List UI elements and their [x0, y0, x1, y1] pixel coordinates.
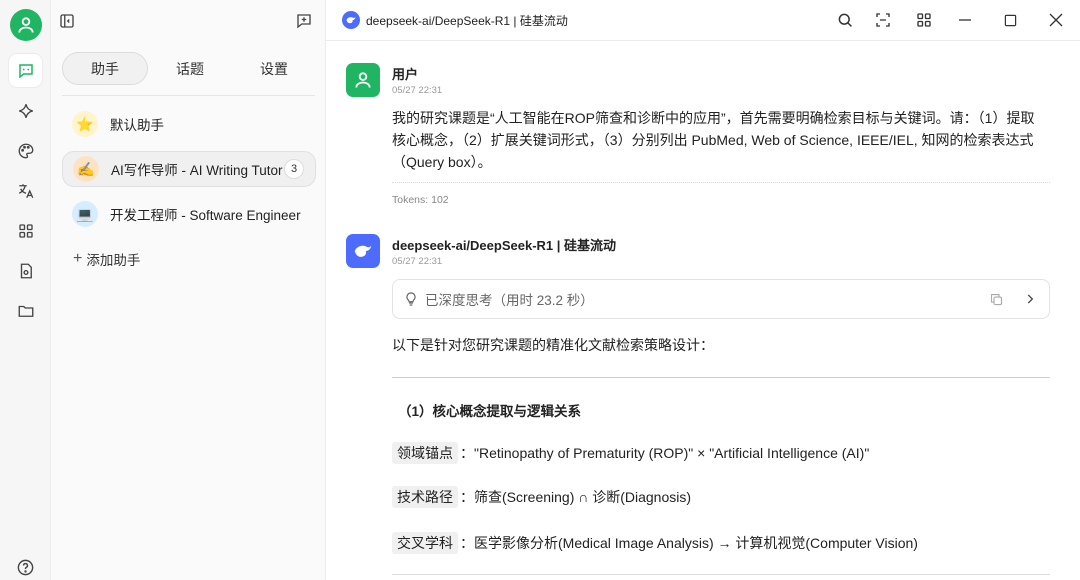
writing-hand-icon: ✍️ [73, 156, 99, 182]
minimize-icon [959, 19, 971, 21]
user-message-line: 我的研究课题是“人工智能在ROP筛查和诊断中的应用”，首先需要明确检索目标与关键… [392, 110, 1035, 126]
concept-key: 领域锚点 [392, 442, 458, 464]
tab-assistants[interactable]: 助手 [62, 52, 148, 85]
assistant-item-writing-tutor[interactable]: ✍️ AI写作导师 - AI Writing Tutor 3 [62, 151, 316, 187]
chat-header: deepseek-ai/DeepSeek-R1 | 硅基流动 [326, 0, 1080, 41]
assistant-item-default[interactable]: ⭐ 默认助手 [62, 106, 316, 142]
chat-icon [18, 63, 33, 79]
concept-value: 医学影像分析(Medical Image Analysis) → 计算机视觉(C… [474, 535, 918, 551]
user-message-body[interactable]: 我的研究课题是“人工智能在ROP筛查和诊断中的应用”，首先需要明确检索目标与关键… [392, 107, 1052, 173]
plus-icon: + [73, 250, 83, 267]
concept-key: 交叉学科 [392, 532, 458, 554]
model-title[interactable]: deepseek-ai/DeepSeek-R1 | 硅基流动 [366, 12, 568, 29]
sidebar-collapse-icon [60, 14, 74, 28]
file-icon [20, 263, 32, 278]
message-separator [392, 182, 1050, 183]
user-message-line: （Query box）。 [392, 154, 492, 170]
user-name: 用户 [392, 67, 419, 82]
user-icon [355, 72, 371, 88]
concept-row: 技术路径 ： 筛查(Screening) ∩ 诊断(Diagnosis) [392, 486, 691, 508]
user-message-line: 核心概念，（2）扩展关键词形式，（3）分别列出 PubMed, Web of S… [392, 132, 1034, 148]
concept-separator: ： [460, 489, 474, 505]
chat-area: 用户 05/27 22:31 我的研究课题是“人工智能在ROP筛查和诊断中的应用… [326, 41, 1080, 580]
topic-count-badge: 3 [284, 159, 304, 179]
deep-thinking-panel[interactable]: 已深度思考（用时 23.2 秒） [392, 279, 1050, 319]
concept-value: 筛查(Screening) ∩ 诊断(Diagnosis) [474, 489, 692, 505]
tab-settings[interactable]: 设置 [232, 52, 316, 85]
close-button[interactable] [1045, 9, 1067, 31]
panel-tabs: 助手 话题 设置 [62, 52, 316, 85]
palette-icon [18, 143, 33, 158]
panel-divider [62, 95, 315, 96]
rail-folder-button[interactable] [9, 294, 42, 327]
thinking-status: 已深度思考（用时 23.2 秒） [425, 293, 594, 308]
sparkle-icon [18, 103, 33, 118]
assistant-name: deepseek-ai/DeepSeek-R1 | 硅基流动 [392, 238, 617, 253]
concept-key: 技术路径 [392, 486, 458, 508]
tab-topics[interactable]: 话题 [148, 52, 232, 85]
horizontal-rule [392, 574, 1050, 575]
add-assistant-button[interactable]: + 添加助手 [73, 249, 140, 269]
fullscreen-button[interactable] [872, 9, 894, 31]
laptop-icon: 💻 [72, 201, 98, 227]
icon-rail [0, 0, 51, 580]
assistant-message-time: 05/27 22:31 [392, 256, 443, 267]
lightbulb-icon [406, 292, 416, 306]
user-message-time: 05/27 22:31 [392, 85, 443, 96]
concept-separator: ： [460, 535, 474, 551]
assistant-name: AI写作导师 - AI Writing Tutor [111, 163, 283, 178]
grid-icon [917, 13, 931, 27]
new-chat-icon [297, 14, 311, 29]
assistant-intro: 以下是针对您研究课题的精准化文献检索策略设计： [392, 337, 714, 353]
copy-icon[interactable] [989, 292, 1004, 307]
minimize-button[interactable] [954, 9, 976, 31]
apps-button[interactable] [913, 9, 935, 31]
rail-apps-button[interactable] [9, 214, 42, 247]
concept-value: "Retinopathy of Prematurity (ROP)" × "Ar… [474, 445, 870, 461]
concept-row: 交叉学科 ： 医学影像分析(Medical Image Analysis) → … [392, 532, 918, 554]
user-avatar[interactable] [10, 9, 42, 41]
rail-agents-button[interactable] [9, 94, 42, 127]
rail-chat-button[interactable] [9, 54, 42, 87]
section-title: （1）核心概念提取与逻辑关系 [398, 404, 582, 419]
deepseek-logo-icon [342, 11, 360, 29]
apps-icon [18, 223, 33, 238]
user-icon [18, 17, 34, 33]
maximize-button[interactable] [999, 9, 1021, 31]
expand-icon [876, 13, 890, 27]
chevron-right-icon[interactable] [1023, 292, 1037, 306]
rail-translate-button[interactable] [9, 174, 42, 207]
user-message-avatar [346, 63, 380, 97]
deepseek-whale-icon [354, 245, 372, 257]
add-assistant-label: 添加助手 [86, 253, 141, 268]
folder-icon [18, 305, 33, 317]
search-button[interactable] [834, 9, 856, 31]
help-icon [17, 559, 34, 576]
token-count: Tokens: 102 [392, 194, 449, 206]
rail-files-button[interactable] [9, 254, 42, 287]
maximize-icon [1004, 14, 1016, 26]
assistant-name: 开发工程师 - Software Engineer [110, 208, 301, 223]
assistant-name: 默认助手 [110, 118, 164, 133]
star-icon: ⭐ [72, 111, 98, 137]
rail-help-button[interactable] [9, 551, 42, 580]
toggle-sidebar-button[interactable] [55, 9, 79, 33]
assistant-item-software-engineer[interactable]: 💻 开发工程师 - Software Engineer [62, 196, 316, 232]
new-topic-button[interactable] [292, 9, 316, 33]
search-icon [838, 13, 852, 27]
translate-icon [18, 183, 33, 198]
close-icon [1049, 13, 1063, 27]
rail-paint-button[interactable] [9, 134, 42, 167]
horizontal-rule [392, 377, 1050, 378]
concept-separator: ： [460, 445, 474, 461]
assistant-panel: 助手 话题 设置 ⭐ 默认助手 ✍️ AI写作导师 - AI Writing T… [51, 0, 326, 580]
concept-row: 领域锚点 ： "Retinopathy of Prematurity (ROP)… [392, 442, 869, 464]
assistant-message-avatar [346, 234, 380, 268]
